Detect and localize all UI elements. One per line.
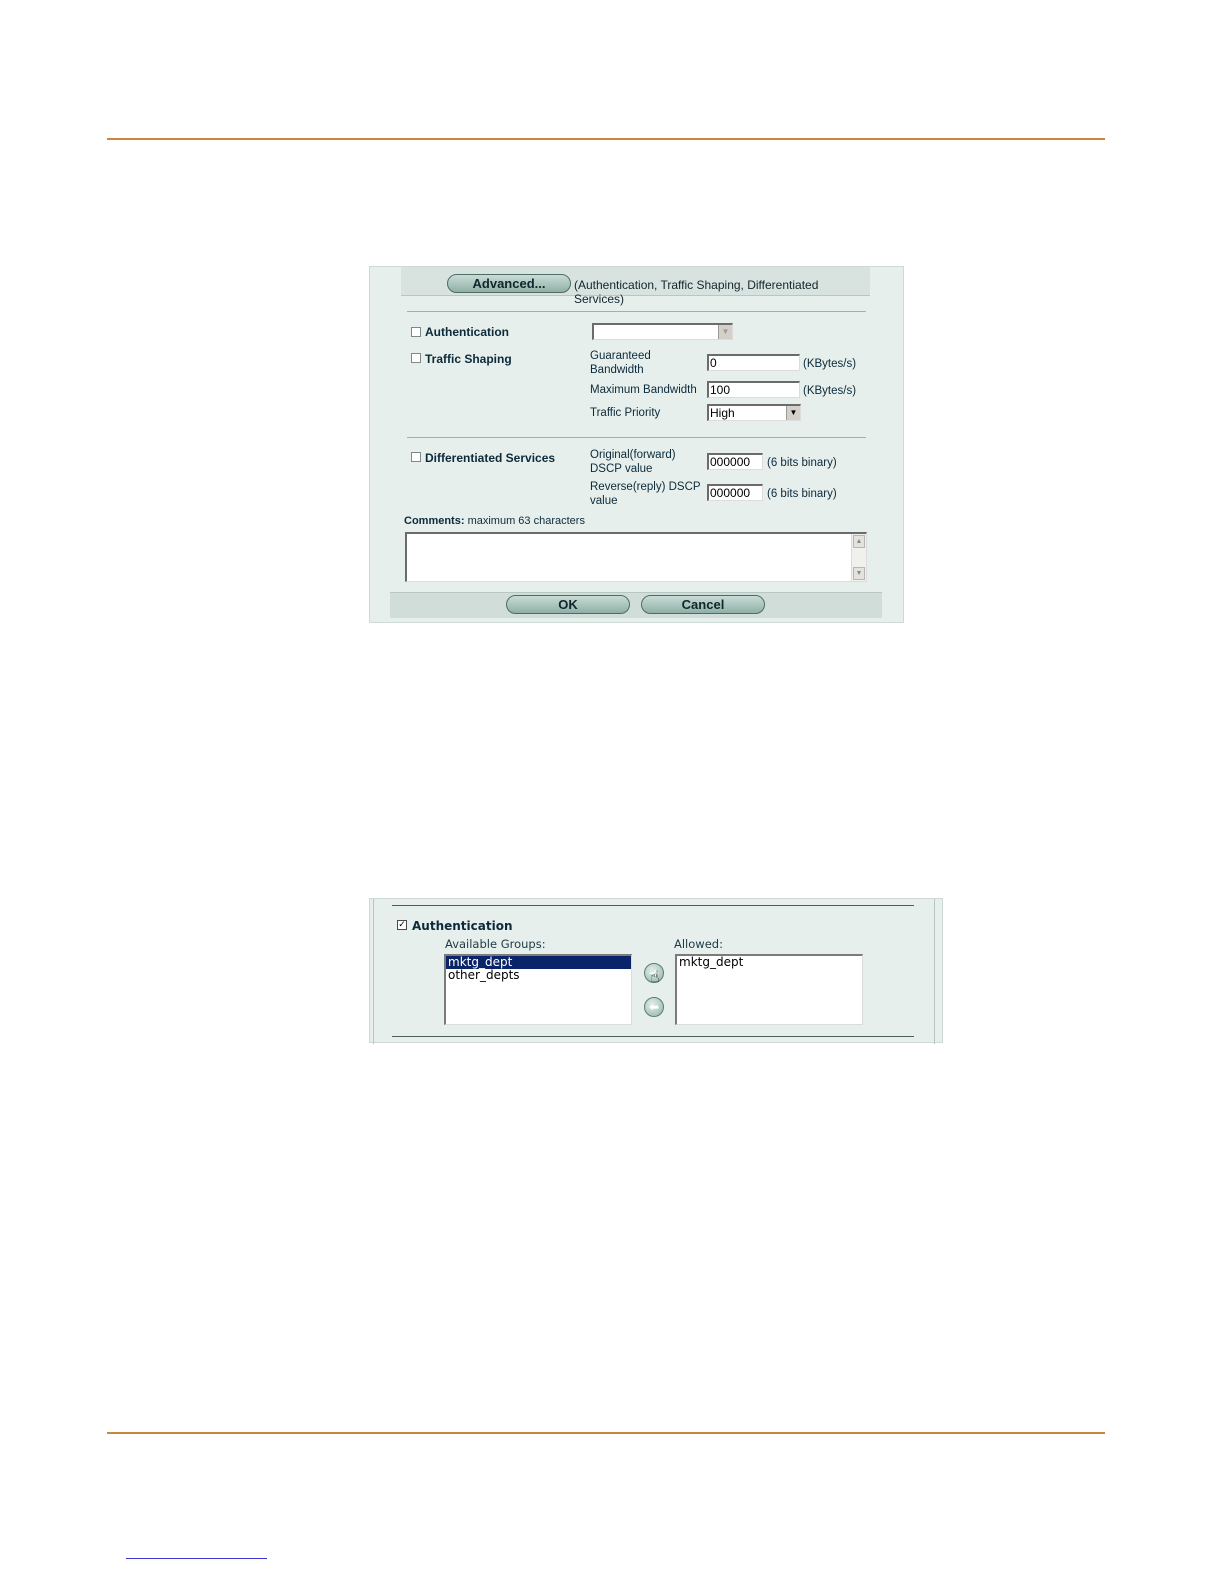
- max-bandwidth-input[interactable]: 100: [707, 381, 800, 398]
- header-rule: [107, 138, 1105, 140]
- original-dscp-input[interactable]: 000000: [707, 453, 763, 470]
- comments-label-bold: Comments:: [404, 515, 465, 527]
- comments-textarea[interactable]: ▲ ▼: [405, 532, 867, 582]
- authentication-select[interactable]: ▼: [592, 323, 733, 340]
- traffic-priority-value: High: [710, 406, 735, 420]
- original-dscp-unit: (6 bits binary): [767, 457, 837, 469]
- divider: [392, 1036, 914, 1037]
- reverse-dscp-input[interactable]: 000000: [707, 484, 763, 501]
- traffic-priority-label: Traffic Priority: [590, 407, 661, 419]
- chevron-down-icon: ▼: [786, 406, 800, 420]
- guaranteed-bandwidth-label-line1: Guaranteed: [590, 350, 651, 362]
- authentication-checkbox-checked[interactable]: ✓: [397, 920, 407, 930]
- original-dscp-label-line1: Original(forward): [590, 449, 676, 461]
- traffic-priority-select[interactable]: High ▼: [707, 404, 801, 421]
- scroll-down-icon[interactable]: ▼: [853, 567, 865, 580]
- divider: [407, 311, 866, 312]
- diffserv-label: Differentiated Services: [425, 451, 556, 465]
- guaranteed-bandwidth-input[interactable]: 0: [707, 354, 800, 371]
- list-item[interactable]: other_depts: [446, 969, 631, 982]
- allowed-label: Allowed:: [674, 937, 723, 951]
- available-groups-label: Available Groups:: [445, 937, 546, 951]
- traffic-shaping-label: Traffic Shaping: [425, 352, 512, 366]
- hand-pointer-icon: ☝: [650, 967, 660, 986]
- comments-scrollbar[interactable]: ▲ ▼: [851, 534, 866, 581]
- comments-label-rest: maximum 63 characters: [464, 515, 585, 527]
- scroll-up-icon[interactable]: ▲: [853, 535, 865, 548]
- advanced-button[interactable]: Advanced...: [447, 274, 571, 293]
- footer-link-underline[interactable]: [126, 1558, 267, 1559]
- diffserv-checkbox[interactable]: [411, 452, 421, 462]
- comments-label: Comments: maximum 63 characters: [404, 514, 585, 528]
- authentication-label: Authentication: [425, 325, 509, 339]
- list-item[interactable]: mktg_dept: [677, 956, 862, 969]
- advanced-bar: Advanced... (Authentication, Traffic Sha…: [401, 267, 870, 306]
- panel-edge: [934, 899, 935, 1044]
- auth-groups-panel: ✓ Authentication Available Groups: mktg_…: [369, 898, 943, 1044]
- reverse-dscp-label-line1: Reverse(reply) DSCP: [590, 481, 701, 493]
- footer-rule: [107, 1432, 1105, 1434]
- traffic-shaping-checkbox[interactable]: [411, 353, 421, 363]
- chevron-down-icon: ▼: [718, 325, 732, 339]
- allowed-groups-list[interactable]: mktg_dept: [675, 954, 863, 1025]
- divider: [407, 437, 866, 438]
- guaranteed-bandwidth-label-line2: Bandwidth: [590, 364, 644, 376]
- reverse-dscp-label-line2: value: [590, 495, 618, 507]
- panel-edge: [373, 899, 374, 1044]
- auth-groups-label: Authentication: [412, 919, 513, 933]
- ok-button[interactable]: OK: [506, 595, 630, 614]
- guaranteed-bandwidth-unit: (KBytes/s): [803, 358, 857, 370]
- cancel-button[interactable]: Cancel: [641, 595, 765, 614]
- divider: [392, 905, 914, 906]
- original-dscp-label-line2: DSCP value: [590, 463, 653, 475]
- max-bandwidth-label: Maximum Bandwidth: [590, 384, 697, 396]
- advanced-options-panel: Advanced... (Authentication, Traffic Sha…: [369, 266, 904, 623]
- available-groups-list[interactable]: mktg_dept other_depts: [444, 954, 632, 1025]
- action-bar: OK Cancel: [390, 592, 882, 618]
- advanced-note: (Authentication, Traffic Shaping, Differ…: [574, 278, 819, 306]
- max-bandwidth-unit: (KBytes/s): [803, 385, 857, 397]
- arrow-left-icon[interactable]: ⬅: [644, 997, 664, 1017]
- reverse-dscp-unit: (6 bits binary): [767, 488, 837, 500]
- authentication-checkbox[interactable]: [411, 327, 421, 337]
